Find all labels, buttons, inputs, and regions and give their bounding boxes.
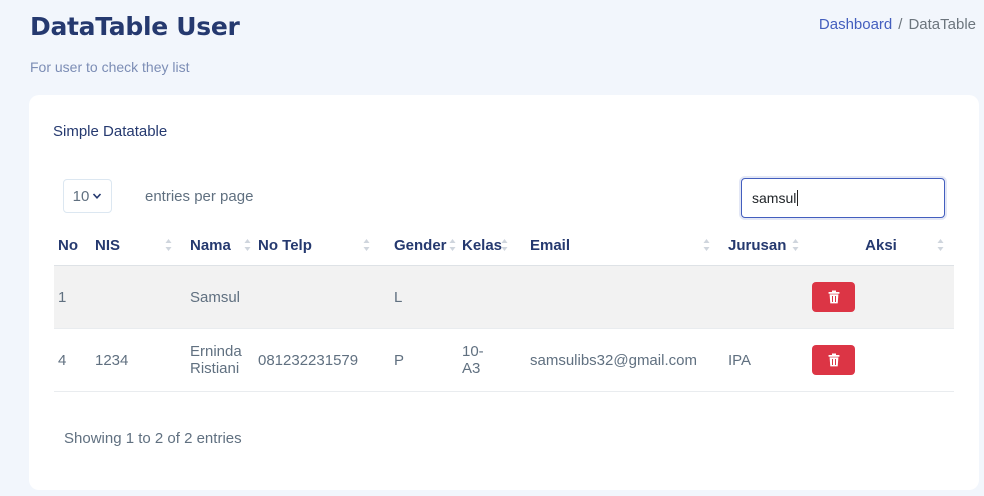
search-input[interactable]: samsul: [741, 178, 945, 218]
search-value: samsul: [752, 190, 797, 206]
table-header-row: No NIS Nama No Telp Gender Kelas Email J…: [54, 225, 954, 266]
table-info: Showing 1 to 2 of 2 entries: [64, 430, 242, 447]
cell-email: samsulibs32@gmail.com: [526, 328, 724, 392]
column-header-nis[interactable]: NIS: [91, 225, 186, 266]
column-header-jurusan[interactable]: Jurusan: [724, 225, 808, 266]
column-header-no-telp[interactable]: No Telp: [254, 225, 390, 266]
cell-nama: Samsul: [186, 265, 254, 329]
data-table: No NIS Nama No Telp Gender Kelas Email J…: [54, 225, 954, 392]
cell-jurusan: IPA: [724, 328, 808, 392]
cell-aksi: [808, 328, 954, 392]
cell-gender: L: [390, 265, 458, 329]
cell-nama: Erninda Ristiani: [186, 328, 254, 392]
sort-arrows-icon: [244, 239, 251, 251]
sort-arrows-icon: [703, 239, 710, 251]
column-header-nama[interactable]: Nama: [186, 225, 254, 266]
column-header-email[interactable]: Email: [526, 225, 724, 266]
cell-email: [526, 265, 724, 329]
per-page-label: entries per page: [145, 188, 254, 205]
cell-kelas: [458, 265, 526, 329]
breadcrumb-current: DataTable: [908, 16, 976, 33]
sort-arrows-icon: [937, 239, 944, 251]
trash-icon: [828, 353, 839, 367]
delete-button[interactable]: [812, 282, 855, 312]
page-subtitle: For user to check they list: [30, 59, 190, 75]
sort-arrows-icon: [363, 239, 370, 251]
breadcrumb: Dashboard / DataTable: [819, 16, 976, 33]
per-page-value: 10: [72, 187, 90, 205]
cell-gender: P: [390, 328, 458, 392]
sort-arrows-icon: [792, 239, 799, 251]
table-row: 4 1234 Erninda Ristiani 081232231579 P 10…: [54, 328, 954, 392]
cell-no: 4: [54, 328, 91, 392]
sort-arrows-icon: [165, 239, 172, 251]
cell-aksi: [808, 265, 954, 329]
cell-kelas: 10- A3: [458, 328, 526, 392]
trash-icon: [828, 290, 839, 304]
breadcrumb-dashboard-link[interactable]: Dashboard: [819, 16, 892, 33]
delete-button[interactable]: [812, 345, 855, 375]
sort-arrows-icon: [501, 239, 508, 251]
column-header-no[interactable]: No: [54, 225, 91, 266]
page-title: DataTable User: [30, 12, 240, 41]
column-header-gender[interactable]: Gender: [390, 225, 458, 266]
entries-per-page-select[interactable]: 10: [63, 179, 112, 213]
card-title: Simple Datatable: [53, 123, 168, 140]
datatable-card: Simple Datatable 10 entries per page sam…: [29, 95, 979, 490]
column-header-kelas[interactable]: Kelas: [458, 225, 526, 266]
cell-no: 1: [54, 265, 91, 329]
breadcrumb-separator: /: [898, 16, 903, 33]
cell-nis: [91, 265, 186, 329]
cell-telp: 081232231579: [254, 328, 390, 392]
chevron-down-icon: [93, 193, 102, 199]
column-header-aksi[interactable]: Aksi: [808, 225, 954, 266]
sort-arrows-icon: [449, 239, 456, 251]
cell-telp: [254, 265, 390, 329]
table-row: 1 Samsul L: [54, 265, 954, 329]
cell-jurusan: [724, 265, 808, 329]
text-caret: [797, 190, 799, 206]
cell-nis: 1234: [91, 328, 186, 392]
